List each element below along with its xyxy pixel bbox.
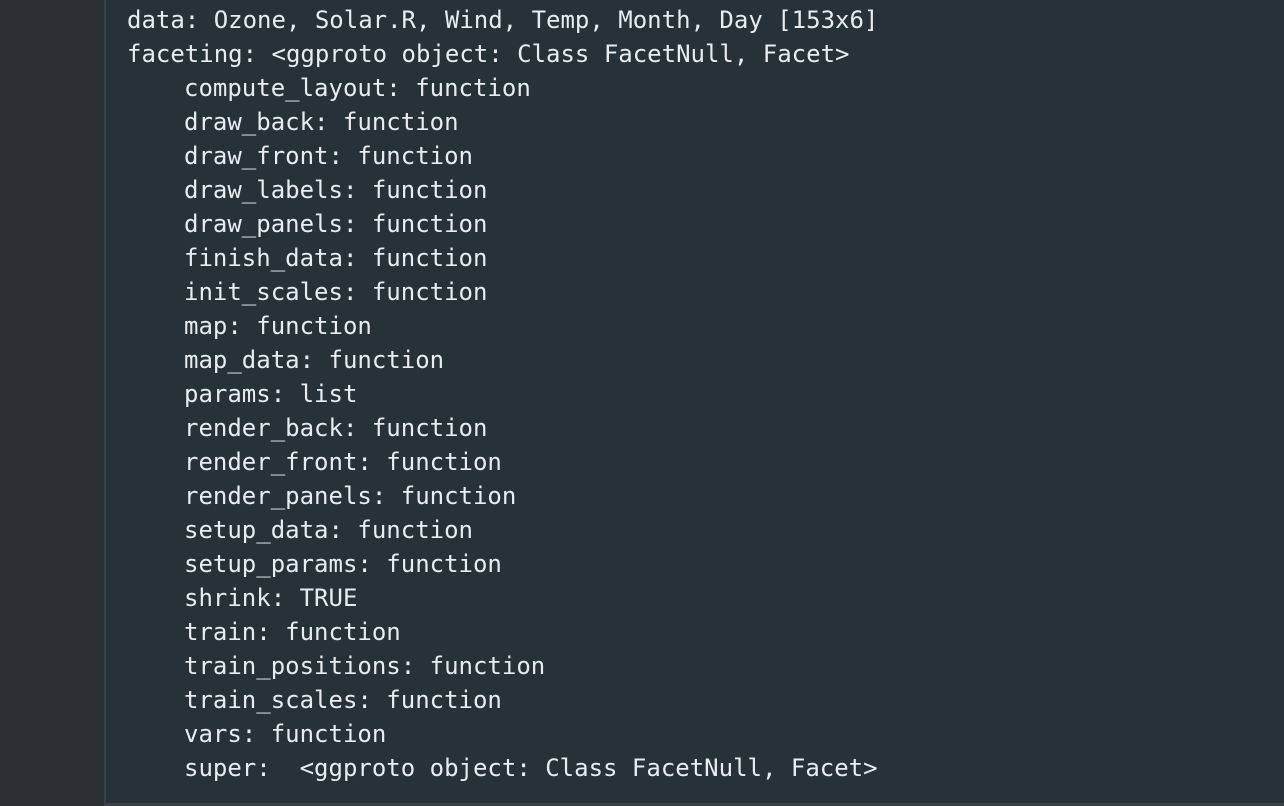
- console-line-indented: train_positions: function: [184, 652, 546, 680]
- console-line-indented: compute_layout: function: [184, 74, 531, 102]
- console-line-indented: train: function: [184, 618, 401, 646]
- console-line-indented: vars: function: [184, 720, 387, 748]
- editor-gutter: [0, 0, 104, 806]
- console-line-indented: setup_params: function: [184, 550, 502, 578]
- console-line-indented: shrink: TRUE: [184, 584, 358, 612]
- console-line-indented: render_panels: function: [184, 482, 517, 510]
- console-line-indented: draw_front: function: [184, 142, 473, 170]
- console-line: data: Ozone, Solar.R, Wind, Temp, Month,…: [127, 6, 879, 34]
- console-line-indented: setup_data: function: [184, 516, 473, 544]
- console-line-indented: draw_back: function: [184, 108, 459, 136]
- console-line-indented: map_data: function: [184, 346, 445, 374]
- console-line-indented: params: list: [184, 380, 358, 408]
- console-line-indented: map: function: [184, 312, 372, 340]
- console-line-indented: draw_labels: function: [184, 176, 488, 204]
- console-line-indented: render_front: function: [184, 448, 502, 476]
- console-line-indented: render_back: function: [184, 414, 488, 442]
- console-line-indented: finish_data: function: [184, 244, 488, 272]
- console-line-indented: super: <ggproto object: Class FacetNull,…: [184, 754, 878, 782]
- console-line-indented: draw_panels: function: [184, 210, 488, 238]
- console-line-indented: train_scales: function: [184, 686, 502, 714]
- console-output-text: data: Ozone, Solar.R, Wind, Temp, Month,…: [127, 3, 878, 785]
- console-line-indented: init_scales: function: [184, 278, 488, 306]
- console-line: faceting: <ggproto object: Class FacetNu…: [127, 40, 850, 68]
